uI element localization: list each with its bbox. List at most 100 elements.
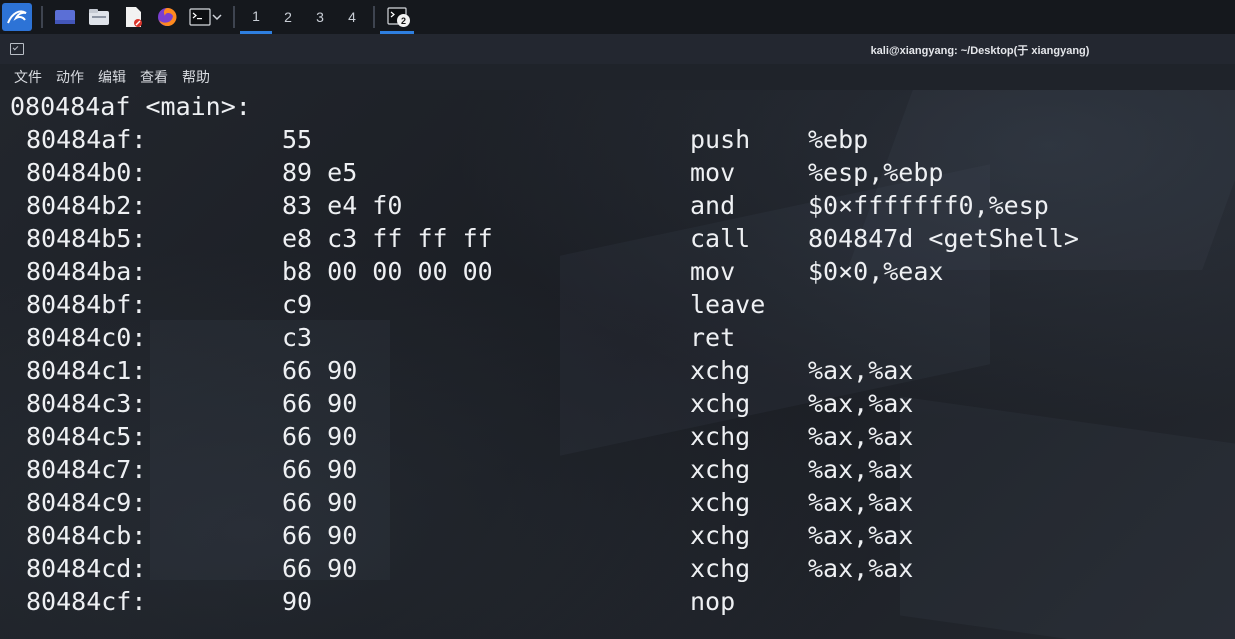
instruction-bytes: 89 e5	[282, 158, 358, 187]
instruction-bytes: 66 90	[282, 356, 358, 385]
disassembly-row: 80484c1: 66 90 xchg %ax,%ax	[0, 354, 1235, 387]
workspace-2[interactable]: 2	[272, 0, 304, 34]
instruction-bytes: 66 90	[282, 554, 358, 583]
instruction-operands: %ax,%ax	[808, 455, 914, 484]
disassembly-row: 80484c0: c3 ret	[0, 321, 1235, 354]
disassembly-row: 80484cf: 90 nop	[0, 585, 1235, 618]
instruction-bytes: 90	[282, 587, 313, 616]
instruction-bytes: 83 e4 f0	[282, 191, 403, 220]
instruction-bytes: b8 00 00 00 00	[282, 257, 493, 286]
instruction-mnemonic: xchg	[690, 356, 751, 385]
instruction-bytes: c3	[282, 323, 313, 352]
instruction-mnemonic: and	[690, 191, 736, 220]
instruction-mnemonic: mov	[690, 257, 736, 286]
instruction-bytes: 66 90	[282, 422, 358, 451]
instruction-address: 80484c7:	[26, 455, 147, 484]
taskbar-separator	[233, 6, 235, 28]
disassembly-listing: 080484af <main>: 80484af: 55 push %ebp 80484…	[0, 90, 1235, 618]
instruction-bytes: c9	[282, 290, 313, 319]
instruction-operands: %ebp	[808, 125, 869, 154]
instruction-address: 80484c1:	[26, 356, 147, 385]
window-count-badge: 2	[397, 14, 410, 27]
disassembly-row: 80484bf: c9 leave	[0, 288, 1235, 321]
terminal-launcher-icon[interactable]	[184, 0, 228, 34]
instruction-bytes: 55	[282, 125, 313, 154]
instruction-bytes: 66 90	[282, 488, 358, 517]
instruction-bytes: 66 90	[282, 455, 358, 484]
instruction-mnemonic: xchg	[690, 521, 751, 550]
instruction-mnemonic: xchg	[690, 422, 751, 451]
instruction-address: 80484b5:	[26, 224, 147, 253]
instruction-address: 80484b2:	[26, 191, 147, 220]
instruction-address: 80484b0:	[26, 158, 147, 187]
instruction-operands: %ax,%ax	[808, 389, 914, 418]
firefox-icon[interactable]	[150, 0, 184, 34]
terminal-task-button[interactable]: 2	[380, 0, 414, 34]
instruction-mnemonic: ret	[690, 323, 736, 352]
instruction-address: 80484c5:	[26, 422, 147, 451]
show-desktop-icon[interactable]	[48, 0, 82, 34]
workspace-1[interactable]: 1	[240, 0, 272, 34]
disassembly-row: 80484c5: 66 90 xchg %ax,%ax	[0, 420, 1235, 453]
menu-edit[interactable]: 编辑	[91, 67, 133, 87]
disassembly-row: 80484b5: e8 c3 ff ff ff call 804847d <getSh…	[0, 222, 1235, 255]
disassembly-row: 80484b2: 83 e4 f0 and $0×fffffff0,%esp	[0, 189, 1235, 222]
workspace-3[interactable]: 3	[304, 0, 336, 34]
instruction-mnemonic: push	[690, 125, 751, 154]
instruction-mnemonic: nop	[690, 587, 736, 616]
instruction-operands: %ax,%ax	[808, 422, 914, 451]
terminal-output[interactable]: 080484af <main>: 80484af: 55 push %ebp 80484…	[0, 90, 1235, 639]
instruction-address: 80484c9:	[26, 488, 147, 517]
menu-help[interactable]: 帮助	[175, 67, 217, 87]
instruction-address: 80484c3:	[26, 389, 147, 418]
kali-menu-icon[interactable]	[2, 3, 32, 31]
instruction-operands: $0×fffffff0,%esp	[808, 191, 1049, 220]
disassembly-row: 80484c3: 66 90 xchg %ax,%ax	[0, 387, 1235, 420]
menu-view[interactable]: 查看	[133, 67, 175, 87]
instruction-address: 80484cf:	[26, 587, 147, 616]
taskbar: 1 2 3 4 2	[0, 0, 1235, 34]
function-label: 080484af <main>:	[10, 92, 251, 121]
instruction-mnemonic: xchg	[690, 455, 751, 484]
workspace-4[interactable]: 4	[336, 0, 368, 34]
terminal-window-icon[interactable]	[10, 43, 24, 55]
disassembly-row: 80484cb: 66 90 xchg %ax,%ax	[0, 519, 1235, 552]
instruction-address: 80484bf:	[26, 290, 147, 319]
menu-bar: 文件 动作 编辑 查看 帮助	[0, 64, 1235, 90]
instruction-mnemonic: xchg	[690, 389, 751, 418]
instruction-mnemonic: leave	[690, 290, 766, 319]
instruction-operands: %ax,%ax	[808, 554, 914, 583]
instruction-address: 80484ba:	[26, 257, 147, 286]
menu-file[interactable]: 文件	[7, 67, 49, 87]
disassembly-row: 80484b0: 89 e5 mov %esp,%ebp	[0, 156, 1235, 189]
taskbar-separator	[41, 6, 43, 28]
instruction-operands: %ax,%ax	[808, 356, 914, 385]
instruction-address: 80484c0:	[26, 323, 147, 352]
file-manager-icon[interactable]	[82, 0, 116, 34]
instruction-operands: %ax,%ax	[808, 521, 914, 550]
instruction-bytes: 66 90	[282, 521, 358, 550]
function-header: 080484af <main>:	[0, 90, 1235, 123]
disassembly-row: 80484af: 55 push %ebp	[0, 123, 1235, 156]
instruction-bytes: e8 c3 ff ff ff	[282, 224, 493, 253]
instruction-mnemonic: mov	[690, 158, 736, 187]
window-titlebar[interactable]: kali@xiangyang: ~/Desktop(于 xiangyang)	[0, 34, 1235, 64]
instruction-address: 80484cd:	[26, 554, 147, 583]
disassembly-row: 80484cd: 66 90 xchg %ax,%ax	[0, 552, 1235, 585]
instruction-operands: %ax,%ax	[808, 488, 914, 517]
instruction-operands: %esp,%ebp	[808, 158, 944, 187]
instruction-mnemonic: call	[690, 224, 751, 253]
disassembly-row: 80484c9: 66 90 xchg %ax,%ax	[0, 486, 1235, 519]
text-editor-icon[interactable]	[116, 0, 150, 34]
disassembly-row: 80484c7: 66 90 xchg %ax,%ax	[0, 453, 1235, 486]
instruction-mnemonic: xchg	[690, 488, 751, 517]
window-title: kali@xiangyang: ~/Desktop(于 xiangyang)	[870, 45, 1090, 57]
instruction-address: 80484af:	[26, 125, 147, 154]
instruction-address: 80484cb:	[26, 521, 147, 550]
chevron-down-icon[interactable]	[211, 11, 223, 23]
instruction-operands: $0×0,%eax	[808, 257, 944, 286]
taskbar-separator	[373, 6, 375, 28]
menu-action[interactable]: 动作	[49, 67, 91, 87]
disassembly-row: 80484ba: b8 00 00 00 00 mov $0×0,%eax	[0, 255, 1235, 288]
instruction-bytes: 66 90	[282, 389, 358, 418]
